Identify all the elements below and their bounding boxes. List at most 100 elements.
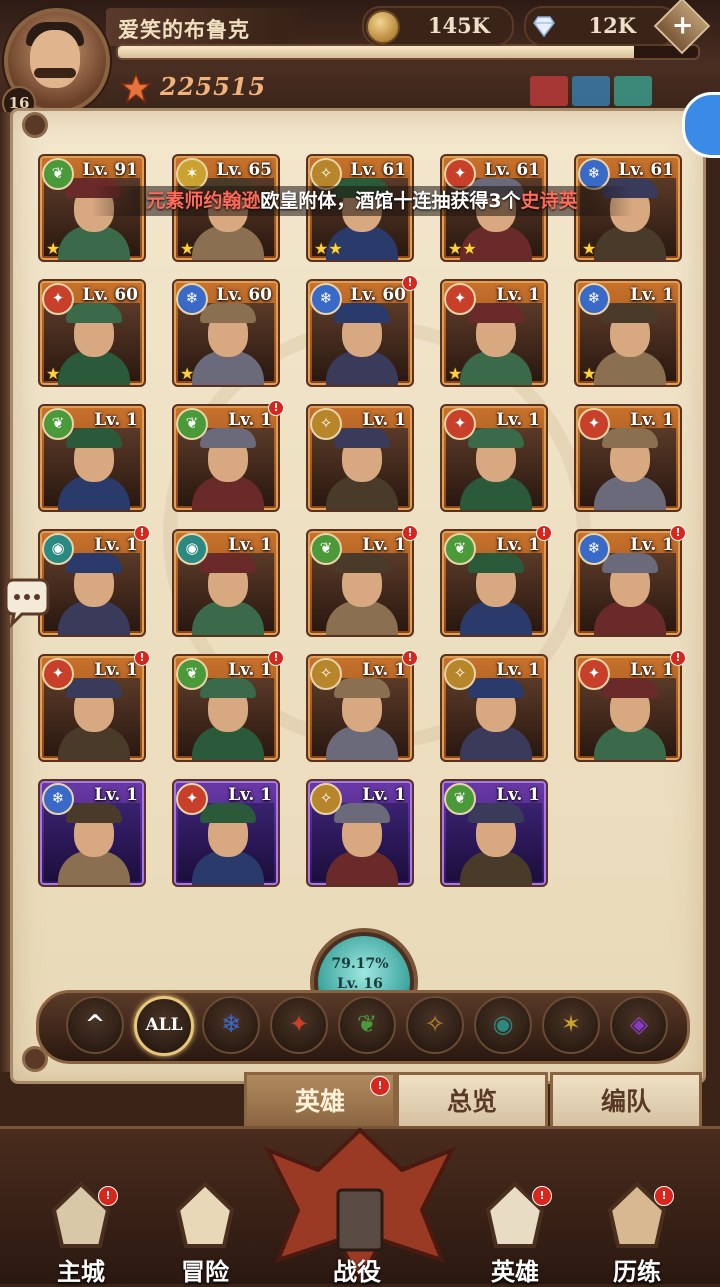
hero-card[interactable]: ✦ Lv. 1 <box>574 654 682 762</box>
nature-faction-icon: ❦ <box>444 783 476 815</box>
blue-flag-icon <box>572 76 610 106</box>
hero-hair <box>334 803 390 823</box>
banner-rarity: 史诗英 <box>520 190 578 212</box>
fire-faction-icon: ✦ <box>42 658 74 690</box>
nav-label: 主城 <box>57 1258 105 1286</box>
nav-main-city[interactable]: 主城 <box>26 1180 136 1286</box>
hero-card[interactable]: ❄ Lv. 1 <box>38 779 146 887</box>
hero-card[interactable]: ✧ Lv. 1 <box>440 654 548 762</box>
hero-card[interactable]: ✦ Lv. 1 <box>440 404 548 512</box>
collapse-icon[interactable]: ^ <box>66 996 124 1054</box>
hero-card[interactable]: ✦ Lv. 1 <box>172 779 280 887</box>
all-filter-icon[interactable]: ALL <box>134 996 194 1056</box>
nav-label: 战役 <box>333 1258 381 1286</box>
nav-adventure[interactable]: 冒险 <box>150 1180 260 1286</box>
combat-power-icon <box>120 72 152 104</box>
hero-hair <box>468 303 524 323</box>
gem-value: 12K <box>588 13 636 38</box>
hero-level: Lv. 1 <box>630 535 674 555</box>
hero-hair <box>602 678 658 698</box>
nav-heroes[interactable]: 英雄 <box>460 1180 570 1286</box>
hero-hair <box>602 428 658 448</box>
hero-card[interactable]: ✦ Lv. 1 <box>574 404 682 512</box>
nature-faction-icon: ❦ <box>176 658 208 690</box>
nature-faction-icon: ❦ <box>42 158 74 190</box>
order-faction-icon: ✧ <box>310 408 342 440</box>
ice-faction-icon[interactable]: ❄ <box>202 996 260 1054</box>
alert-badge-icon: ! <box>134 650 150 666</box>
hero-card[interactable]: ❦ Lv. 1 <box>172 404 280 512</box>
plus-icon: + <box>671 10 694 41</box>
hero-card[interactable]: ✧ Lv. 1 <box>306 404 414 512</box>
hero-card[interactable]: ◉ Lv. 1 <box>172 529 280 637</box>
hero-level: Lv. 1 <box>228 660 272 680</box>
ice-faction-icon: ❄ <box>176 283 208 315</box>
fire-faction-icon[interactable]: ✦ <box>270 996 328 1054</box>
order-faction-icon: ✧ <box>310 783 342 815</box>
hero-card[interactable]: ✧ Lv. 1 <box>306 779 414 887</box>
nav-trials[interactable]: 历练 <box>582 1180 692 1286</box>
hero-level: Lv. 1 <box>94 785 138 805</box>
xp-fill <box>118 46 635 58</box>
nature-faction-icon: ❦ <box>176 408 208 440</box>
nav-label: 英雄 <box>491 1258 539 1286</box>
chat-bubble-icon[interactable] <box>0 576 56 628</box>
hero-hair <box>66 678 122 698</box>
hero-card[interactable]: ❄ Lv. 1 ★ <box>574 279 682 387</box>
hero-level: Lv. 1 <box>94 410 138 430</box>
alert-badge-icon: ! <box>536 525 552 541</box>
hero-level: Lv. 1 <box>630 660 674 680</box>
alert-badge-icon: ! <box>268 400 284 416</box>
combat-power-value: 225515 <box>160 72 267 101</box>
void-faction-icon[interactable]: ◈ <box>610 996 668 1054</box>
gold-value: 145K <box>427 13 490 38</box>
hero-card[interactable]: ❦ Lv. 1 <box>306 529 414 637</box>
ice-faction-icon: ❄ <box>578 283 610 315</box>
fire-faction-icon: ✦ <box>444 283 476 315</box>
hero-stars: ★★ <box>314 239 343 258</box>
hero-card[interactable]: ❦ Lv. 1 <box>38 404 146 512</box>
eye-faction-icon[interactable]: ◉ <box>474 996 532 1054</box>
hero-hair <box>66 803 122 823</box>
hero-card[interactable]: ❄ Lv. 1 <box>574 529 682 637</box>
nav-campaign[interactable]: 战役 <box>302 1180 412 1286</box>
hero-hair <box>468 428 524 448</box>
fire-faction-icon: ✦ <box>578 408 610 440</box>
hero-card[interactable]: ❦ Lv. 1 <box>440 779 548 887</box>
hero-level: Lv. 65 <box>216 160 272 180</box>
tab-formation[interactable]: 编队 <box>550 1072 702 1132</box>
hero-level: Lv. 1 <box>630 285 674 305</box>
fire-faction-icon: ✦ <box>444 408 476 440</box>
alert-badge-icon: ! <box>402 275 418 291</box>
gold-counter[interactable]: 145K <box>362 6 514 46</box>
hero-level: Lv. 61 <box>350 160 406 180</box>
hero-level: Lv. 1 <box>496 285 540 305</box>
hero-card[interactable]: ❄ Lv. 60 <box>306 279 414 387</box>
nature-faction-icon: ❦ <box>310 533 342 565</box>
nature-faction-icon[interactable]: ❦ <box>338 996 396 1054</box>
hero-card[interactable]: ✦ Lv. 1 <box>38 654 146 762</box>
hero-hair <box>200 803 256 823</box>
hero-card[interactable]: ✧ Lv. 1 <box>306 654 414 762</box>
light-faction-icon[interactable]: ✶ <box>542 996 600 1054</box>
hero-hair <box>334 678 390 698</box>
alert-badge-icon: ! <box>370 1076 390 1096</box>
hero-card[interactable]: ❦ Lv. 1 <box>440 529 548 637</box>
guild-flags[interactable] <box>530 76 680 110</box>
gold-coin-icon <box>366 10 400 44</box>
hero-card[interactable]: ❄ Lv. 60 ★ <box>172 279 280 387</box>
hero-card[interactable]: ❦ Lv. 1 <box>172 654 280 762</box>
hero-hair <box>200 428 256 448</box>
hero-level: Lv. 60 <box>350 285 406 305</box>
hero-card[interactable]: ✦ Lv. 1 ★ <box>440 279 548 387</box>
hero-level: Lv. 1 <box>94 535 138 555</box>
hero-hair <box>334 303 390 323</box>
hero-level: Lv. 1 <box>496 785 540 805</box>
announcement-banner: 元素师约翰逊欧皇附体，酒馆十连抽获得3个史诗英 <box>92 186 632 216</box>
banner-player: 元素师约翰逊 <box>146 190 261 212</box>
hero-stars: ★ <box>46 364 61 383</box>
hero-card[interactable]: ✦ Lv. 60 ★ <box>38 279 146 387</box>
order-faction-icon[interactable]: ✧ <box>406 996 464 1054</box>
player-name: 爱笑的布鲁克 <box>118 18 250 42</box>
hero-hair <box>66 553 122 573</box>
